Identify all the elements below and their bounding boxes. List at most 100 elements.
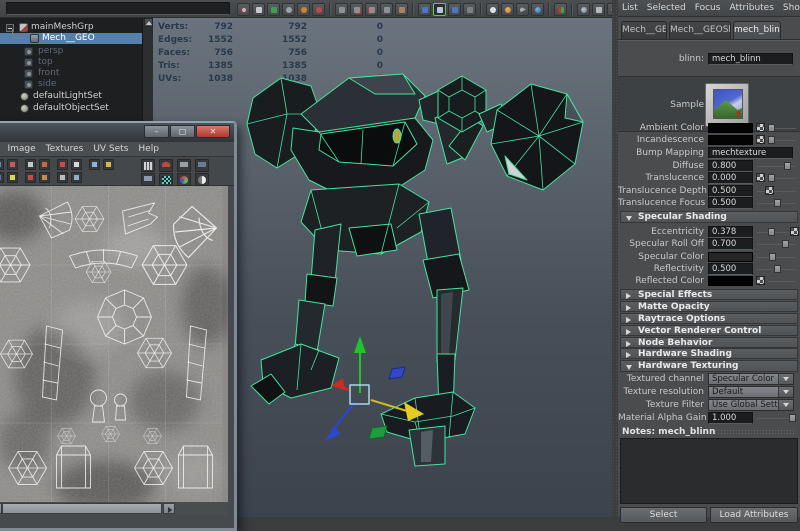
rgb-display-icon[interactable] xyxy=(177,173,191,186)
material-alpha-gain-field[interactable]: 1.000 xyxy=(708,412,753,424)
load-attributes-button[interactable]: Load Attributes xyxy=(710,507,798,523)
uv-horizontal-scrollbar[interactable] xyxy=(0,502,228,515)
layout-uv-icon[interactable] xyxy=(89,159,100,170)
slider-handle[interactable] xyxy=(774,199,781,207)
map-checker-icon[interactable] xyxy=(756,173,765,182)
slider-handle[interactable] xyxy=(774,265,781,273)
section-raytrace-options[interactable]: Raytrace Options xyxy=(620,313,798,324)
specular-color-swatch[interactable] xyxy=(708,252,753,262)
outliner-item-side[interactable]: side xyxy=(0,79,142,90)
sew-uv-icon[interactable] xyxy=(71,159,82,170)
dropdown-arrow-icon[interactable] xyxy=(778,387,793,397)
tab-mech-geoshape[interactable]: Mech__GEOShape xyxy=(669,21,731,39)
map-checker-icon[interactable] xyxy=(756,123,765,132)
edit-box-icon[interactable] xyxy=(592,3,605,16)
move-shell-icon[interactable] xyxy=(103,159,114,170)
slider-handle[interactable] xyxy=(768,124,775,132)
quick-select-flag-icon[interactable] xyxy=(554,3,567,16)
snap-magnet-icon[interactable] xyxy=(159,159,173,172)
rotate-cw-icon[interactable] xyxy=(39,159,50,170)
sphere-blue-icon[interactable] xyxy=(531,3,544,16)
notes-textarea[interactable] xyxy=(620,438,798,504)
unfold-icon[interactable] xyxy=(25,172,36,183)
flip-u-icon[interactable] xyxy=(0,159,4,170)
section-matte-opacity[interactable]: Matte Opacity xyxy=(620,301,798,312)
sphere-orange-icon[interactable] xyxy=(501,3,514,16)
slider-track[interactable] xyxy=(757,244,796,245)
minimize-icon[interactable]: – xyxy=(144,125,169,138)
play-arrow-icon[interactable] xyxy=(516,3,529,16)
dropdown-arrow-icon[interactable] xyxy=(778,374,793,384)
brush-icon[interactable] xyxy=(312,3,325,16)
translucence-depth-field[interactable]: 0.500 xyxy=(708,185,753,197)
tab-mech-geo[interactable]: Mech__GEO xyxy=(621,21,667,39)
menu-selected[interactable]: Selected xyxy=(647,3,686,13)
select-button[interactable]: Select xyxy=(620,507,707,523)
ambient-color-swatch[interactable] xyxy=(708,123,753,133)
section-special-effects[interactable]: Special Effects xyxy=(620,289,798,300)
tab-mech-blinn[interactable]: mech_blinn xyxy=(733,21,781,39)
flip-v-icon[interactable] xyxy=(7,159,18,170)
clipboard-icon[interactable] xyxy=(252,3,265,16)
outliner-item-defaultobjectset[interactable]: defaultObjectSet xyxy=(0,103,142,114)
eccentricity-field[interactable]: 0.378 xyxy=(708,226,753,238)
diffuse-field[interactable]: 0.800 xyxy=(708,160,753,172)
slider-handle[interactable] xyxy=(768,136,775,144)
outliner-item-defaultlightset[interactable]: defaultLightSet xyxy=(0,91,142,102)
uv-texture-editor-window[interactable]: – ▢ ✕ Tool Image Textures UV Sets Help xyxy=(0,121,237,531)
maximize-icon[interactable]: ▢ xyxy=(170,125,195,138)
window-titlebar[interactable]: – ▢ ✕ xyxy=(0,123,234,142)
scroll-right-icon[interactable] xyxy=(163,503,175,514)
menu-show[interactable]: Show xyxy=(783,3,800,13)
uv-canvas[interactable] xyxy=(0,186,228,502)
paint-effects-icon[interactable] xyxy=(297,3,310,16)
paste-uv-icon[interactable] xyxy=(195,159,209,172)
character-bust-icon[interactable] xyxy=(486,3,499,16)
scrollbar-thumb[interactable] xyxy=(2,503,162,514)
slider-handle[interactable] xyxy=(784,162,791,170)
section-vector-renderer-control[interactable]: Vector Renderer Control xyxy=(620,325,798,336)
map-checker-icon[interactable] xyxy=(756,135,765,144)
relax-icon[interactable] xyxy=(39,172,50,183)
map-checker-icon[interactable] xyxy=(756,276,765,285)
slider-handle[interactable] xyxy=(769,253,776,261)
snap-surface-icon[interactable] xyxy=(395,3,408,16)
slider-handle[interactable] xyxy=(782,240,789,248)
section-node-behavior[interactable]: Node Behavior xyxy=(620,337,798,348)
translucence-focus-field[interactable]: 0.500 xyxy=(708,197,753,209)
snap-curve-icon[interactable] xyxy=(350,3,363,16)
translucence-field[interactable]: 0.000 xyxy=(708,172,753,184)
reflectivity-field[interactable]: 0.500 xyxy=(708,263,753,275)
incandescence-swatch[interactable] xyxy=(708,135,753,145)
menu-textures[interactable]: Textures xyxy=(46,144,84,154)
slider-track[interactable] xyxy=(757,191,796,192)
slider-handle[interactable] xyxy=(768,228,775,236)
cut-uv-icon[interactable] xyxy=(57,159,68,170)
alpha-display-icon[interactable] xyxy=(195,173,209,186)
outliner-item-mech-geo[interactable]: Mech__GEO xyxy=(0,33,142,44)
grid-icon[interactable] xyxy=(141,159,155,172)
render-globe-icon[interactable] xyxy=(577,3,590,16)
specular-roll-off-field[interactable]: 0.700 xyxy=(708,238,753,250)
input-cube-icon[interactable] xyxy=(418,3,431,16)
pixel-snap-icon[interactable] xyxy=(71,172,82,183)
align-u-icon[interactable] xyxy=(0,172,4,183)
map-checker-icon[interactable] xyxy=(765,186,774,195)
checker-display-icon[interactable] xyxy=(159,173,173,186)
outliner-item-top[interactable]: top xyxy=(0,57,142,68)
section-hardware-shading[interactable]: Hardware Shading xyxy=(620,348,798,359)
menu-attributes[interactable]: Attributes xyxy=(729,3,773,13)
notes-resize-grip[interactable] xyxy=(714,429,796,435)
section-hardware-texturing[interactable]: Hardware Texturing xyxy=(620,360,798,372)
slider-track[interactable] xyxy=(757,257,796,258)
hypershade-icon[interactable] xyxy=(282,3,295,16)
menu-uv-sets[interactable]: UV Sets xyxy=(93,144,128,154)
scroll-up-icon[interactable] xyxy=(144,18,153,27)
copy-uv-icon[interactable] xyxy=(177,159,191,172)
history-icon[interactable] xyxy=(237,3,250,16)
selection-mask-field[interactable] xyxy=(6,2,230,15)
menu-list[interactable]: List xyxy=(622,3,638,13)
construction-history-icon[interactable] xyxy=(463,3,476,16)
close-icon[interactable]: ✕ xyxy=(196,125,230,138)
outliner-item-persp[interactable]: persp xyxy=(0,46,142,57)
